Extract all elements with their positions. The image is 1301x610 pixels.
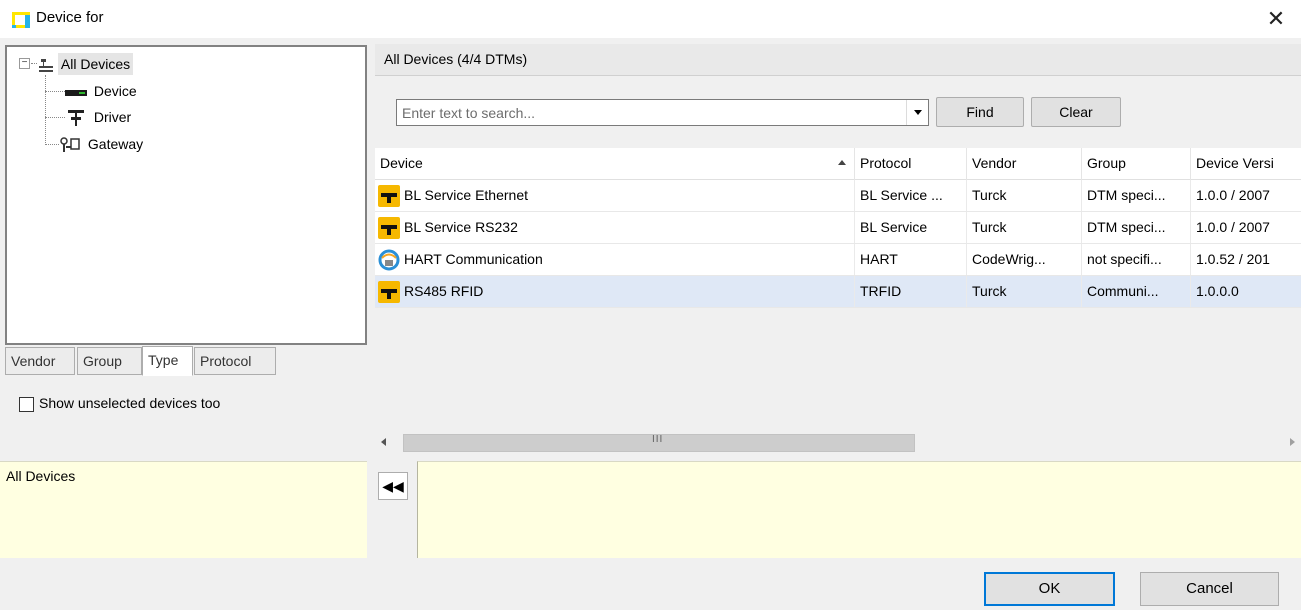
close-icon[interactable]: ✕ xyxy=(1263,6,1289,32)
double-left-arrow-icon: ◀◀ xyxy=(382,478,404,494)
device-icon xyxy=(65,90,87,97)
driver-icon xyxy=(68,110,84,127)
device-selection-dialog: Device for ✕ − All Devices Device Driver… xyxy=(0,0,1301,610)
tree-node-driver[interactable]: Driver xyxy=(65,106,134,128)
search-input[interactable] xyxy=(399,101,904,124)
find-button[interactable]: Find xyxy=(936,97,1024,127)
tree-connector xyxy=(31,63,37,64)
column-header-vendor[interactable]: Vendor xyxy=(967,148,1082,180)
group-cell: DTM speci... xyxy=(1082,212,1191,243)
turck-icon xyxy=(378,185,400,208)
device-cell: BL Service Ethernet xyxy=(375,180,855,211)
tree-node-label: Gateway xyxy=(87,136,144,152)
tab-content xyxy=(5,377,367,459)
version-cell: 1.0.0 / 2007 xyxy=(1191,212,1301,243)
scroll-left-icon[interactable] xyxy=(381,438,386,446)
protocol-cell: TRFID xyxy=(855,276,967,307)
right-description-panel xyxy=(417,461,1301,558)
vendor-cell: CodeWrig... xyxy=(967,244,1082,275)
search-combo[interactable] xyxy=(396,99,929,126)
tree-node-label: All Devices xyxy=(57,53,134,75)
clear-button[interactable]: Clear xyxy=(1031,97,1121,127)
version-cell: 1.0.0 / 2007 xyxy=(1191,180,1301,211)
protocol-cell: BL Service xyxy=(855,212,967,243)
tree-node-label: Driver xyxy=(93,109,132,125)
tab-protocol[interactable]: Protocol xyxy=(194,347,276,375)
left-description-text: All Devices xyxy=(6,468,76,484)
collapse-icon[interactable]: − xyxy=(19,58,30,69)
version-cell: 1.0.0.0 xyxy=(1191,276,1301,307)
collapse-description-button[interactable]: ◀◀ xyxy=(378,472,408,500)
device-cell: BL Service RS232 xyxy=(375,212,855,243)
column-header-device-version[interactable]: Device Versi xyxy=(1191,148,1301,180)
vendor-cell: Turck xyxy=(967,180,1082,211)
device-type-tree[interactable]: − All Devices Device Driver Gateway xyxy=(5,45,367,345)
grid-header: Device Protocol Vendor Group Device Vers… xyxy=(375,148,1301,180)
tab-vendor[interactable]: Vendor xyxy=(5,347,75,375)
group-cell: Communi... xyxy=(1082,276,1191,307)
device-name: BL Service RS232 xyxy=(404,219,518,235)
tab-group[interactable]: Group xyxy=(77,347,142,375)
show-unselected-checkbox[interactable] xyxy=(19,396,34,412)
device-name: HART Communication xyxy=(404,251,543,267)
horizontal-scrollbar[interactable]: III xyxy=(375,432,1301,454)
table-row[interactable]: BL Service Ethernet BL Service ... Turck… xyxy=(375,180,1301,212)
device-name: BL Service Ethernet xyxy=(404,187,528,203)
scrollbar-thumb[interactable]: III xyxy=(403,434,915,452)
tree-node-gateway[interactable]: Gateway xyxy=(59,133,146,155)
column-header-group[interactable]: Group xyxy=(1082,148,1191,180)
scroll-right-icon[interactable] xyxy=(1290,438,1295,446)
column-header-protocol[interactable]: Protocol xyxy=(855,148,967,180)
app-icon xyxy=(12,12,30,28)
show-unselected-label: Show unselected devices too xyxy=(39,395,221,411)
table-row[interactable]: BL Service RS232 BL Service Turck DTM sp… xyxy=(375,212,1301,244)
protocol-cell: BL Service ... xyxy=(855,180,967,211)
window-title: Device for xyxy=(36,9,104,26)
results-count: All Devices (4/4 DTMs) xyxy=(384,51,528,67)
device-cell: RS485 RFID xyxy=(375,276,855,307)
search-dropdown-button[interactable] xyxy=(906,100,928,125)
all-devices-icon xyxy=(39,59,53,73)
results-header: All Devices (4/4 DTMs) xyxy=(375,44,1301,76)
column-header-label: Device xyxy=(380,155,423,171)
tree-connector xyxy=(45,144,59,145)
column-header-device[interactable]: Device xyxy=(375,148,855,180)
device-name: RS485 RFID xyxy=(404,283,484,299)
tree-connector xyxy=(45,117,65,118)
version-cell: 1.0.52 / 201 xyxy=(1191,244,1301,275)
tree-node-label: Device xyxy=(93,83,137,99)
tree-connector xyxy=(45,75,46,145)
table-row[interactable]: HART Communication HART CodeWrig... not … xyxy=(375,244,1301,276)
tree-node-all-devices[interactable]: All Devices xyxy=(38,53,134,75)
vendor-cell: Turck xyxy=(967,212,1082,243)
vendor-cell: Turck xyxy=(967,276,1082,307)
ok-button[interactable]: OK xyxy=(984,572,1115,606)
group-cell: DTM speci... xyxy=(1082,180,1191,211)
hart-icon xyxy=(378,249,400,271)
device-grid[interactable]: Device Protocol Vendor Group Device Vers… xyxy=(375,148,1301,456)
gateway-icon xyxy=(60,137,80,153)
left-description-panel: All Devices xyxy=(0,461,367,558)
grip-icon: III xyxy=(652,434,664,445)
tree-connector xyxy=(45,91,65,92)
turck-icon xyxy=(378,281,400,304)
protocol-cell: HART xyxy=(855,244,967,275)
turck-icon xyxy=(378,217,400,240)
sort-ascending-icon xyxy=(838,160,846,165)
device-cell: HART Communication xyxy=(375,244,855,275)
table-row-selected[interactable]: RS485 RFID TRFID Turck Communi... 1.0.0.… xyxy=(375,276,1301,308)
group-cell: not specifi... xyxy=(1082,244,1191,275)
show-unselected-checkbox-row[interactable]: Show unselected devices too xyxy=(19,393,220,413)
chevron-down-icon xyxy=(914,110,922,115)
title-bar: Device for ✕ xyxy=(0,0,1301,38)
tree-node-device[interactable]: Device xyxy=(65,80,140,102)
tab-type[interactable]: Type xyxy=(142,346,193,376)
cancel-button[interactable]: Cancel xyxy=(1140,572,1279,606)
